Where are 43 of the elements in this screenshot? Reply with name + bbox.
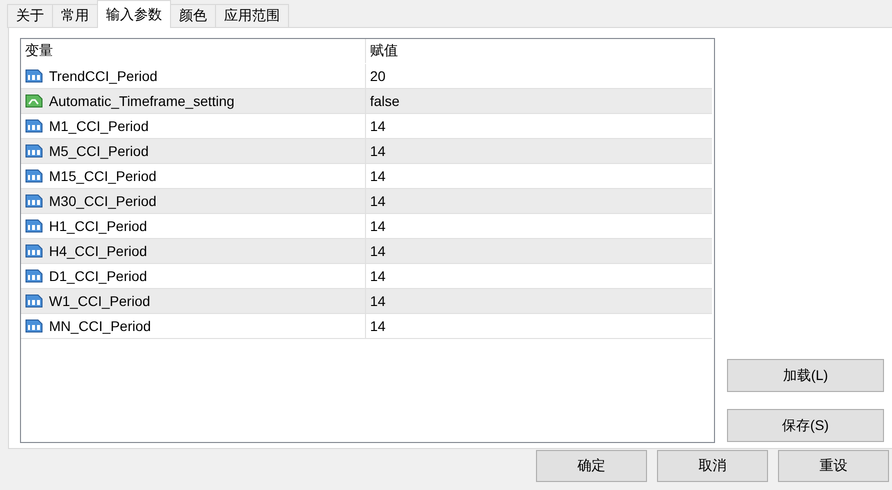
number-icon [25,118,43,134]
parameter-name: D1_CCI_Period [49,268,148,284]
number-icon [25,218,43,234]
number-icon [25,268,43,284]
column-header[interactable]: 赋值 [370,42,398,60]
number-icon [25,193,43,209]
tab[interactable]: 输入参数 [97,0,171,28]
tab[interactable]: 应用范围 [215,4,289,28]
dialog-button[interactable]: 重设 [778,450,889,482]
parameter-value[interactable]: 14 [370,293,386,309]
number-icon [25,293,43,309]
parameter-value[interactable]: false [370,93,400,109]
parameter-name: M1_CCI_Period [49,118,149,134]
number-icon [25,168,43,184]
number-icon [25,243,43,259]
column-header[interactable]: 变量 [25,42,53,60]
side-button[interactable]: 加载(L) [727,359,884,392]
parameter-value[interactable]: 14 [370,168,386,184]
dialog-button[interactable]: 取消 [657,450,768,482]
toggle-icon [25,93,43,109]
number-icon [25,318,43,334]
number-icon [25,143,43,159]
side-button[interactable]: 保存(S) [727,409,884,442]
parameter-name: M30_CCI_Period [49,193,156,209]
dialog-button[interactable]: 确定 [536,450,647,482]
parameter-value[interactable]: 14 [370,143,386,159]
parameter-value[interactable]: 20 [370,68,386,84]
parameter-name: M5_CCI_Period [49,143,149,159]
parameter-value[interactable]: 14 [370,243,386,259]
parameter-name: M15_CCI_Period [49,168,156,184]
parameter-value[interactable]: 14 [370,268,386,284]
parameter-name: MN_CCI_Period [49,318,151,334]
parameter-name: H1_CCI_Period [49,218,148,234]
parameter-value[interactable]: 14 [370,318,386,334]
parameter-name: H4_CCI_Period [49,243,148,259]
parameter-name: Automatic_Timeframe_setting [49,93,234,109]
number-icon [25,68,43,84]
parameter-value[interactable]: 14 [370,193,386,209]
tab[interactable]: 关于 [7,4,53,28]
parameter-value[interactable]: 14 [370,118,386,134]
parameter-value[interactable]: 14 [370,218,386,234]
parameter-name: W1_CCI_Period [49,293,150,309]
parameter-name: TrendCCI_Period [49,68,158,84]
